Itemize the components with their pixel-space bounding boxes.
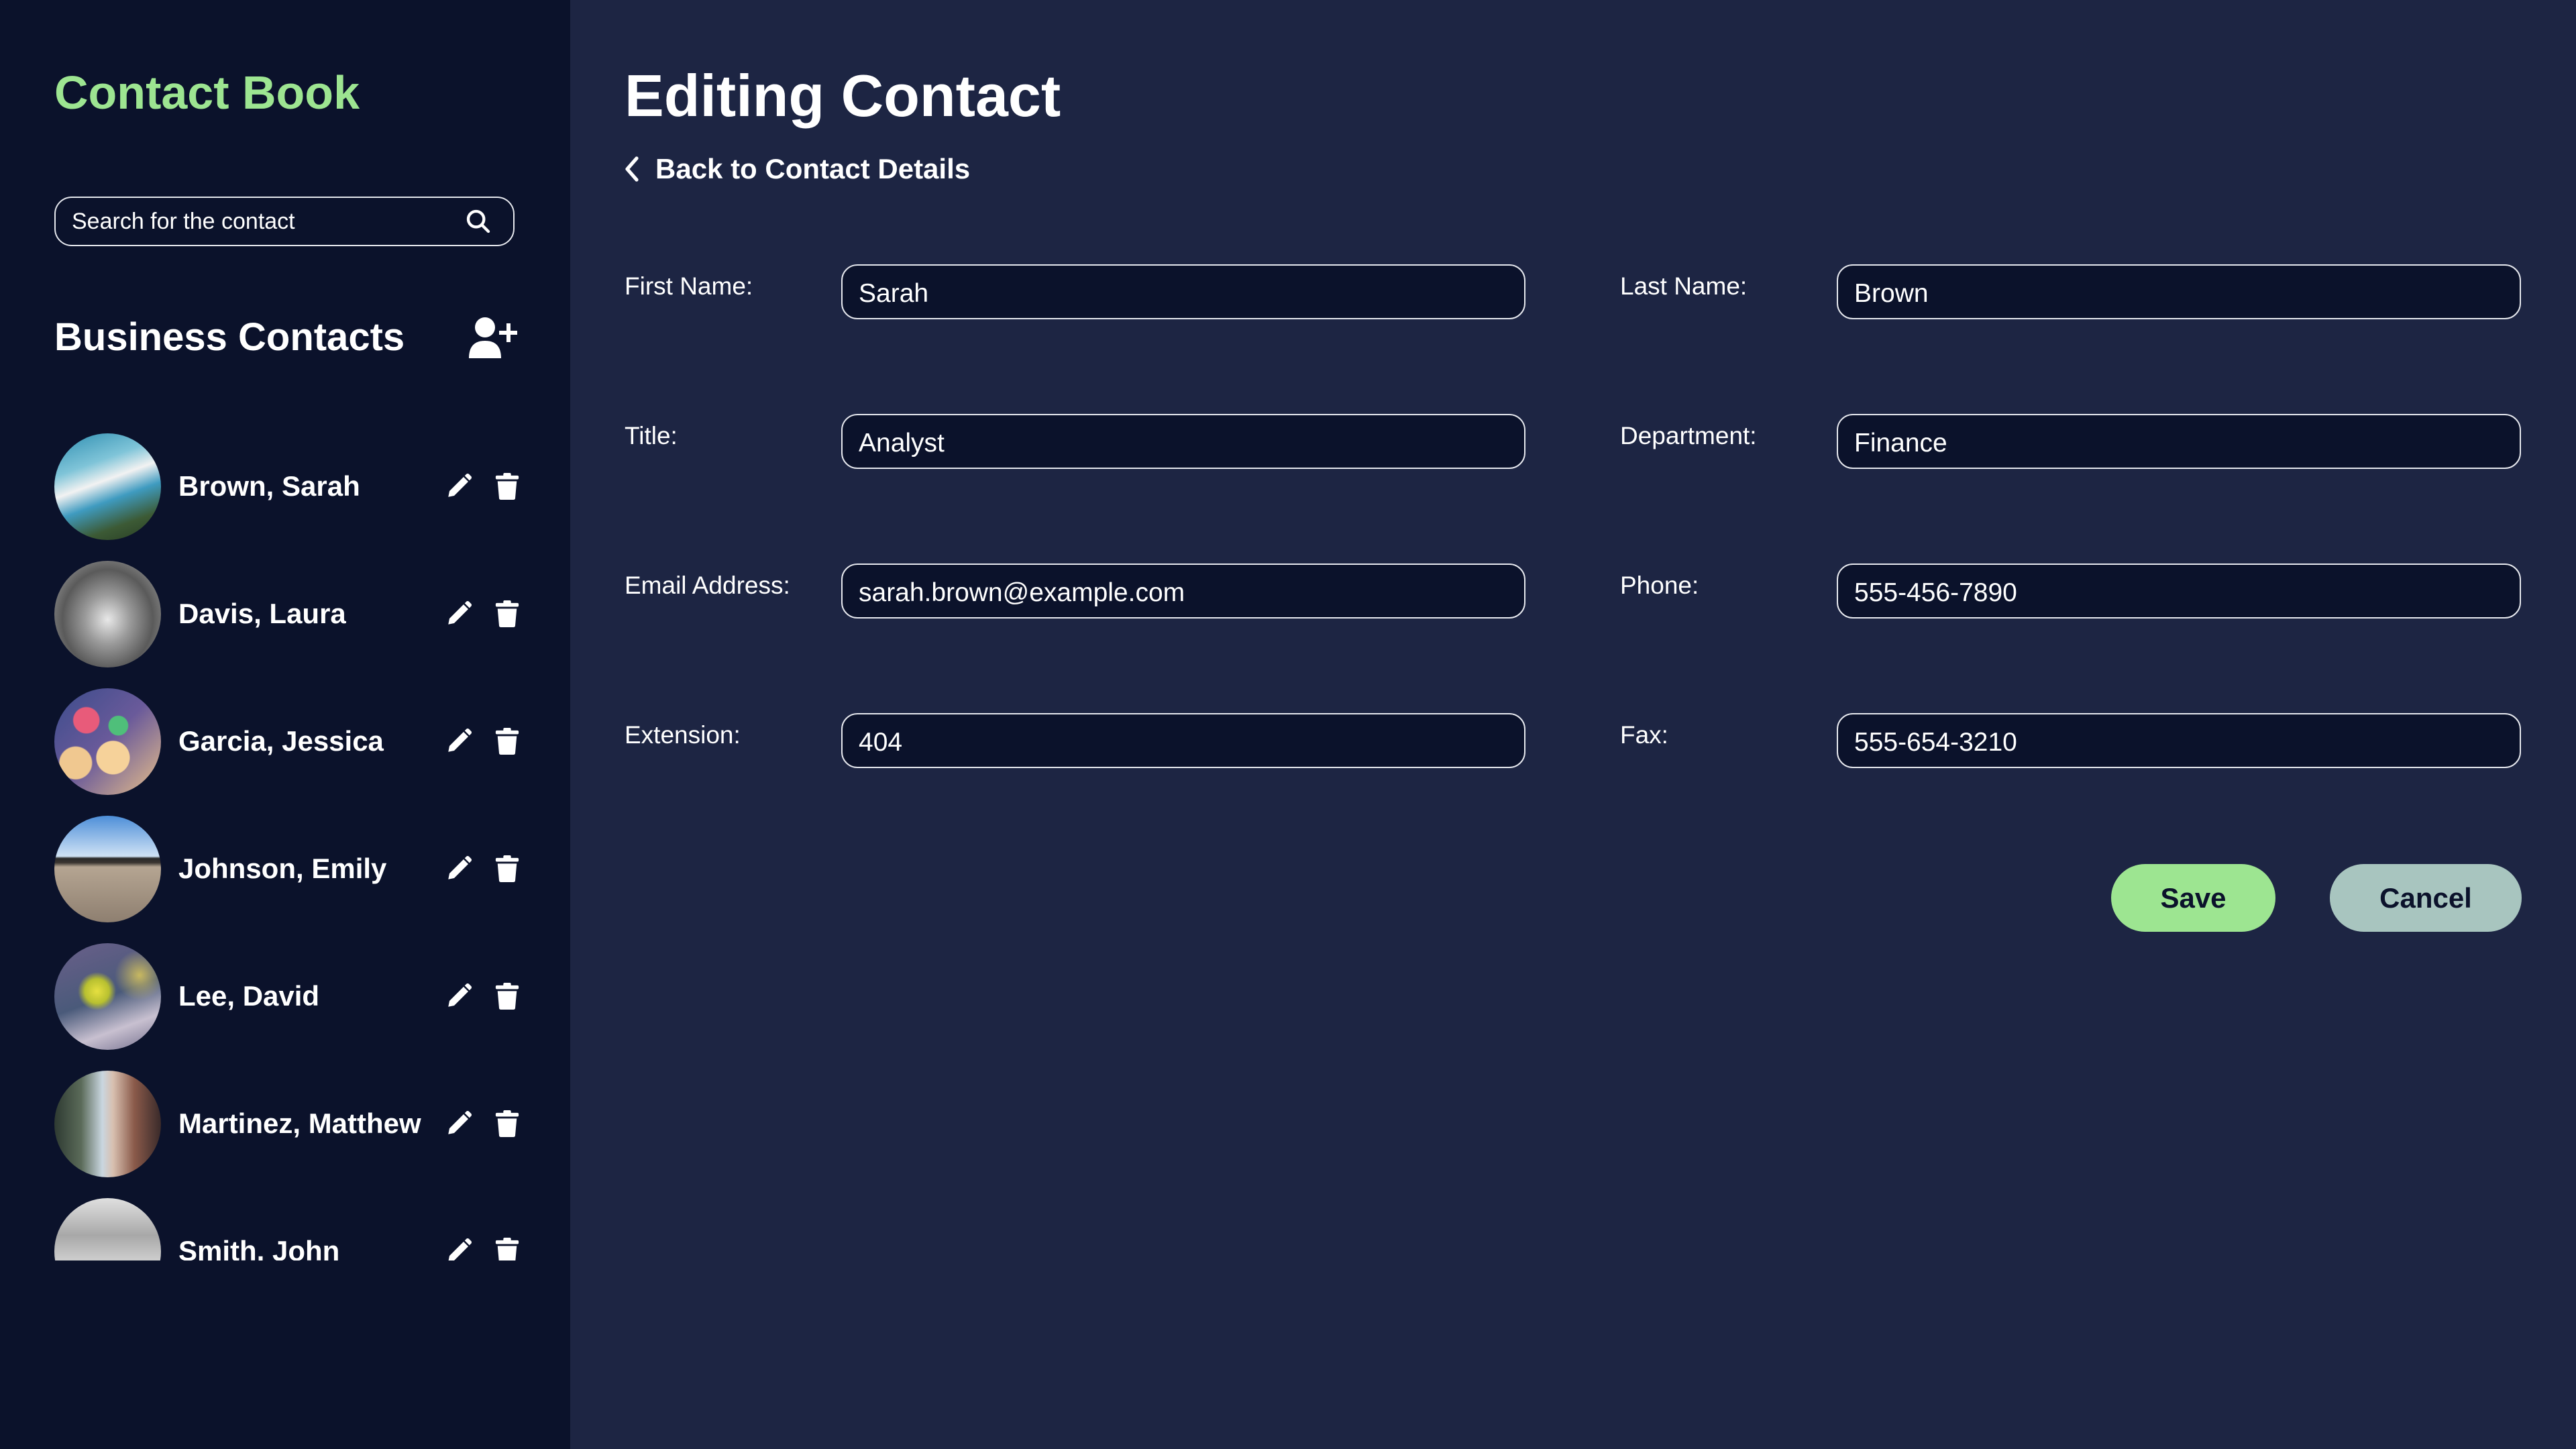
fax-input[interactable] [1837,713,2521,768]
contact-item[interactable]: Lee, David [54,932,524,1060]
pencil-icon[interactable] [443,853,474,884]
trash-icon[interactable] [492,853,523,884]
user-plus-icon[interactable] [468,315,517,358]
title-label: Title: [625,422,678,449]
app-title: Contact Book [54,66,360,119]
contact-name: Brown, Sarah [178,470,360,502]
contact-name: Martinez, Matthew [178,1108,421,1139]
contact-item[interactable]: Brown, Sarah [54,423,524,550]
contact-item[interactable]: Davis, Laura [54,550,524,678]
extension-input[interactable] [841,713,1525,768]
page-title: Editing Contact [625,62,1061,129]
sidebar: Contact Book Business Contacts Brown, Sa… [0,0,570,1449]
avatar [54,943,161,1050]
last-name-label: Last Name: [1620,272,1748,300]
email-label: Email Address: [625,572,790,599]
avatar [54,688,161,795]
trash-icon[interactable] [492,1236,523,1260]
contact-item[interactable]: Johnson, Emily [54,805,524,932]
department-label: Department: [1620,422,1757,449]
department-input[interactable] [1837,414,2521,469]
pencil-icon[interactable] [443,1108,474,1139]
contact-name: Davis, Laura [178,598,346,629]
avatar [54,1070,161,1177]
last-name-input[interactable] [1837,264,2521,319]
trash-icon[interactable] [492,1108,523,1139]
contact-item[interactable]: Garcia, Jessica [54,678,524,805]
section-header: Business Contacts [54,309,517,365]
back-link-label: Back to Contact Details [655,153,971,184]
first-name-input[interactable] [841,264,1525,319]
trash-icon[interactable] [492,598,523,629]
search-box [54,197,515,246]
contact-name: Smith, John [178,1235,340,1260]
avatar [54,815,161,922]
first-name-label: First Name: [625,272,753,300]
pencil-icon[interactable] [443,471,474,502]
main-panel: Editing Contact Back to Contact Details … [570,0,2576,1449]
phone-label: Phone: [1620,572,1699,599]
back-to-details-link[interactable]: Back to Contact Details [625,153,970,185]
fax-label: Fax: [1620,721,1668,749]
section-title: Business Contacts [54,315,405,359]
pencil-icon[interactable] [443,598,474,629]
contact-list[interactable]: Brown, Sarah Davis, Laura Garcia, Jessic… [54,423,524,1260]
title-input[interactable] [841,414,1525,469]
trash-icon[interactable] [492,726,523,757]
email-input[interactable] [841,564,1525,619]
trash-icon[interactable] [492,471,523,502]
contact-item[interactable]: Smith, John [54,1187,524,1260]
search-input[interactable] [56,207,464,235]
avatar [54,433,161,540]
pencil-icon[interactable] [443,981,474,1012]
search-icon[interactable] [464,207,493,236]
extension-label: Extension: [625,721,741,749]
avatar [54,560,161,667]
phone-input[interactable] [1837,564,2521,619]
contact-name: Lee, David [178,980,320,1012]
avatar [54,1197,161,1260]
pencil-icon[interactable] [443,726,474,757]
save-button[interactable]: Save [2111,864,2275,932]
trash-icon[interactable] [492,981,523,1012]
contact-name: Johnson, Emily [178,853,387,884]
cancel-button[interactable]: Cancel [2330,864,2522,932]
chevron-left-icon [625,154,645,184]
pencil-icon[interactable] [443,1236,474,1260]
contact-item[interactable]: Martinez, Matthew [54,1060,524,1187]
contact-name: Garcia, Jessica [178,725,384,757]
